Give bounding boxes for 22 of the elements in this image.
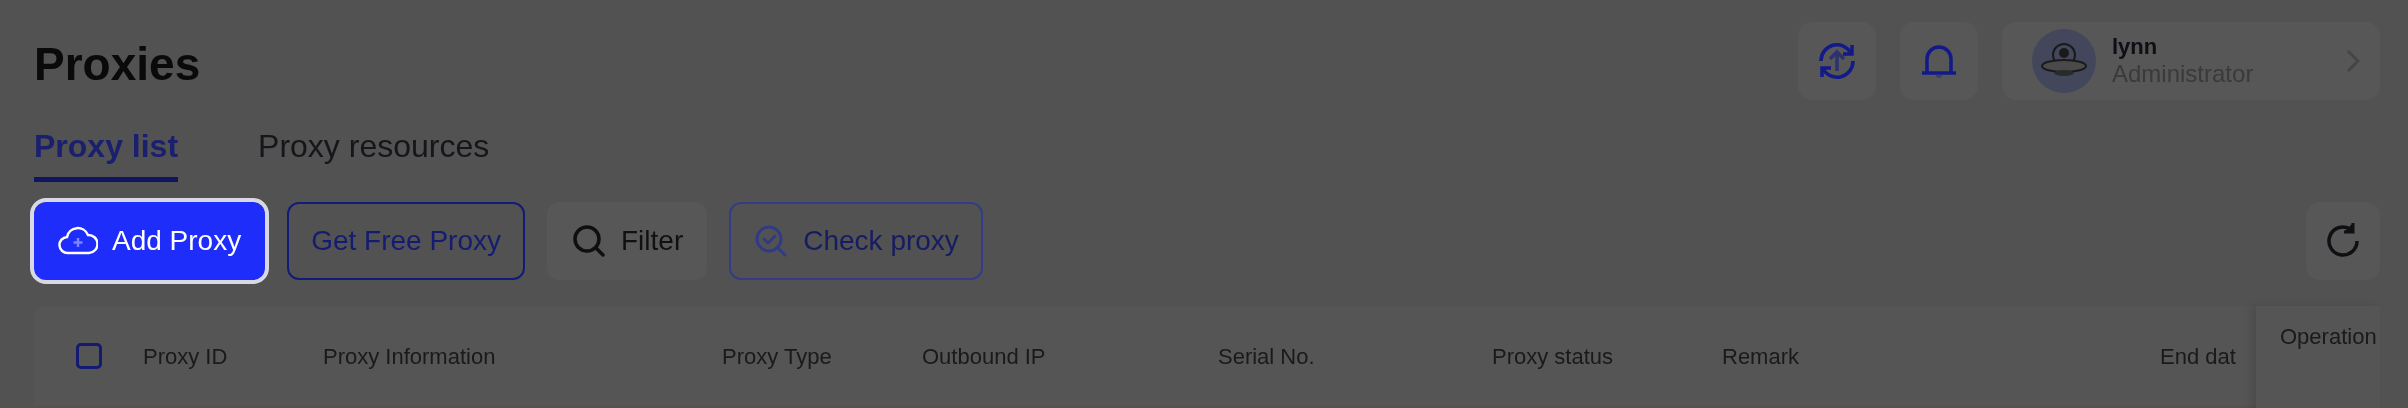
free-proxy-button[interactable]: Get Free Proxy [287,202,525,280]
column-header: Remark [1722,344,1799,370]
checkbox[interactable] [76,343,102,369]
refresh-icon[interactable] [2306,202,2380,280]
column-header: Proxy Type [722,344,832,370]
tab[interactable]: Proxy list [34,128,179,182]
sync-upload-icon[interactable] [1798,22,1876,100]
column-header: Operation [2256,306,2380,408]
column-header: Outbound IP [922,344,1046,370]
user-name: lynn [2112,34,2158,60]
column-header: Proxy status [1492,344,1614,370]
filter-button[interactable]: Filter [547,202,708,280]
column-header: Proxy Information [323,344,496,370]
column-header: End dat [2160,344,2236,370]
column-header: Proxy ID [143,344,228,370]
tab[interactable]: Proxy resources [258,128,490,182]
search-icon [571,223,607,259]
bell-icon[interactable] [1900,22,1978,100]
column-header: Serial No. [1218,344,1315,370]
page-title: Proxies [34,37,201,91]
cloud-plus-icon [58,226,98,256]
avatar [2032,29,2096,93]
